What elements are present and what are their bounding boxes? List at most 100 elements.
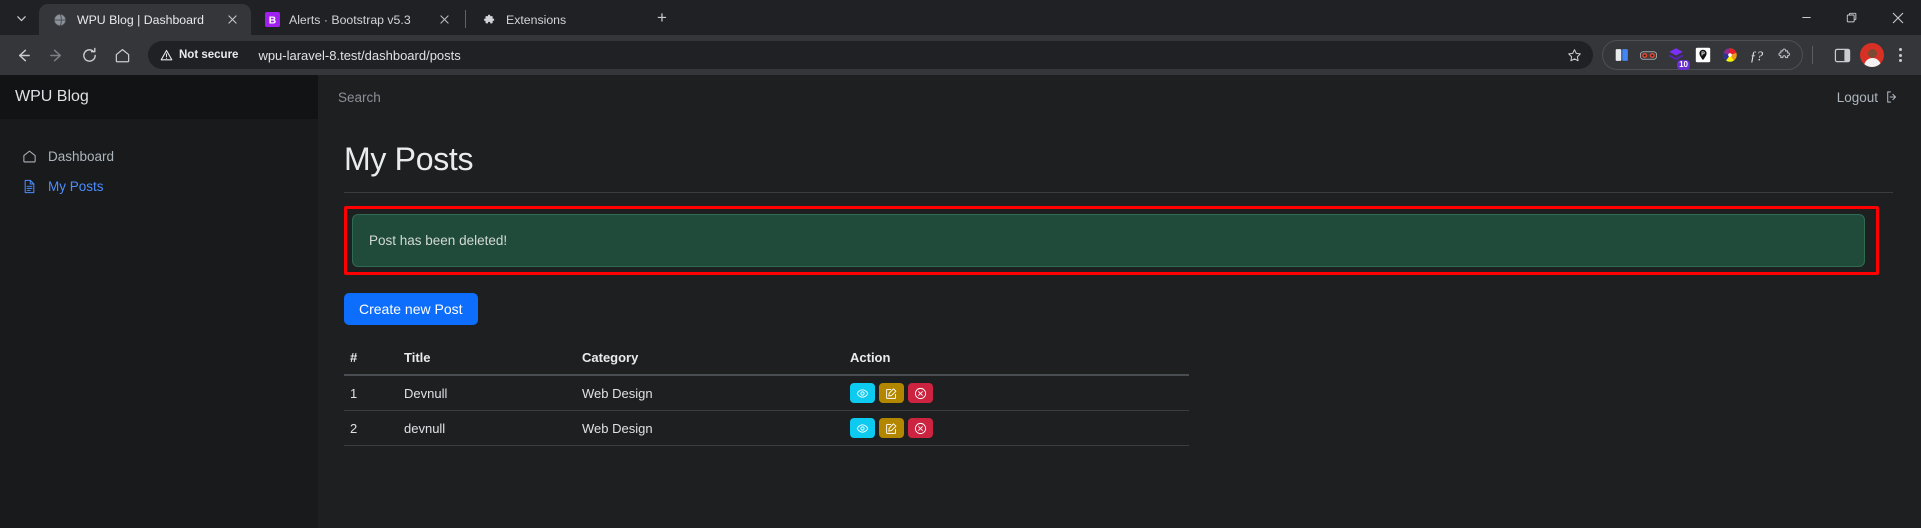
cell-num: 1 (344, 375, 398, 411)
cell-actions (844, 411, 1189, 446)
svg-text:P: P (1701, 52, 1705, 58)
cell-title: Devnull (398, 375, 576, 411)
browser-tab-bootstrap[interactable]: B Alerts · Bootstrap v5.3 (251, 4, 463, 35)
reload-button[interactable] (73, 39, 105, 71)
tab-close-button[interactable] (616, 11, 633, 28)
tab-close-button[interactable] (224, 11, 241, 28)
toolbar-divider (1812, 46, 1813, 64)
not-secure-label: Not secure (179, 49, 238, 61)
sidebar-item-label: My Posts (48, 179, 104, 194)
create-new-post-button[interactable]: Create new Post (344, 293, 478, 325)
tab-divider (465, 10, 466, 28)
alert-highlight-wrapper: Post has been deleted! (344, 206, 1893, 275)
table-body: 1 Devnull Web Design (344, 375, 1189, 446)
app-brand[interactable]: WPU Blog (0, 75, 318, 119)
toolbar-right-group (1826, 39, 1914, 71)
minimize-button[interactable] (1783, 0, 1829, 35)
reload-icon (81, 47, 98, 64)
bookmark-star-icon[interactable] (1561, 42, 1587, 68)
main-panel: My Posts Post has been deleted! Create n… (318, 119, 1921, 528)
new-tab-button[interactable]: + (648, 4, 676, 32)
title-divider (344, 192, 1893, 193)
posts-table: # Title Category Action 1 Devnull Web De… (344, 345, 1189, 446)
web-page: WPU Blog Dashboard My Posts (0, 75, 1921, 528)
edit-button[interactable] (879, 418, 904, 438)
edit-button[interactable] (879, 383, 904, 403)
app-sidebar: WPU Blog Dashboard My Posts (0, 75, 318, 528)
sidebar-item-my-posts[interactable]: My Posts (0, 171, 318, 201)
tab-strip: WPU Blog | Dashboard B Alerts · Bootstra… (0, 0, 1921, 35)
url-text: wpu-laravel-8.test/dashboard/posts (258, 48, 460, 63)
profile-avatar[interactable] (1860, 43, 1884, 67)
browser-tab-extensions[interactable]: Extensions (468, 4, 643, 35)
side-panel-icon[interactable] (1826, 39, 1858, 71)
app-topnav: Logout (318, 75, 1921, 119)
pin-marker-extension-icon[interactable]: P (1690, 43, 1715, 68)
forward-arrow-icon (48, 47, 65, 64)
cell-title: devnull (398, 411, 576, 446)
home-icon (114, 47, 131, 64)
box-arrow-right-icon (1885, 90, 1899, 104)
function-extension-icon[interactable]: ƒ? (1744, 43, 1769, 68)
sidebar-nav-list: Dashboard My Posts (0, 119, 318, 201)
puzzle-extensions-icon[interactable] (1771, 43, 1796, 68)
search-input[interactable] (338, 90, 1837, 105)
delete-button[interactable] (908, 383, 933, 403)
table-header-row: # Title Category Action (344, 345, 1189, 375)
reading-list-icon[interactable] (1609, 43, 1634, 68)
table-row: 1 Devnull Web Design (344, 375, 1189, 411)
tab-title: WPU Blog | Dashboard (77, 13, 204, 27)
browser-window: WPU Blog | Dashboard B Alerts · Bootstra… (0, 0, 1921, 528)
close-window-button[interactable] (1875, 0, 1921, 35)
house-icon (21, 148, 37, 164)
logout-label: Logout (1837, 90, 1878, 105)
globe-icon (52, 12, 68, 28)
browser-toolbar: Not secure wpu-laravel-8.test/dashboard/… (0, 35, 1921, 75)
goggles-extension-icon[interactable] (1636, 43, 1661, 68)
column-header-title: Title (398, 345, 576, 375)
column-header-action: Action (844, 345, 1189, 375)
back-button[interactable] (7, 39, 39, 71)
sidebar-item-label: Dashboard (48, 149, 114, 164)
page-content: Logout My Posts Post has been deleted! (318, 75, 1921, 528)
extension-badge-count: 10 (1677, 60, 1690, 70)
forward-button[interactable] (40, 39, 72, 71)
not-secure-indicator[interactable]: Not secure (152, 43, 247, 67)
column-header-num: # (344, 345, 398, 375)
tab-title: Extensions (506, 13, 566, 27)
warning-triangle-icon (160, 49, 173, 62)
row-action-group (850, 383, 1183, 403)
view-button[interactable] (850, 418, 875, 438)
page-title: My Posts (344, 141, 1893, 188)
column-header-category: Category (576, 345, 844, 375)
view-button[interactable] (850, 383, 875, 403)
cell-category: Web Design (576, 411, 844, 446)
cell-num: 2 (344, 411, 398, 446)
kebab-menu-icon[interactable] (1886, 41, 1914, 69)
address-bar[interactable]: Not secure wpu-laravel-8.test/dashboard/… (148, 41, 1593, 69)
svg-text:B: B (268, 15, 275, 26)
table-row: 2 devnull Web Design (344, 411, 1189, 446)
chevron-down-icon (16, 13, 27, 24)
table-head: # Title Category Action (344, 345, 1189, 375)
tab-title: Alerts · Bootstrap v5.3 (289, 13, 411, 27)
puzzle-piece-icon (481, 12, 497, 28)
logout-button[interactable]: Logout (1837, 90, 1899, 105)
cell-category: Web Design (576, 375, 844, 411)
maximize-button[interactable] (1829, 0, 1875, 35)
row-action-group (850, 418, 1183, 438)
success-alert: Post has been deleted! (352, 214, 1865, 267)
browser-tab-wpu-blog[interactable]: WPU Blog | Dashboard (39, 4, 251, 35)
color-wheel-extension-icon[interactable] (1717, 43, 1742, 68)
home-button[interactable] (106, 39, 138, 71)
file-text-icon (21, 178, 37, 194)
svg-text:ƒ?: ƒ? (1750, 48, 1764, 63)
cell-actions (844, 375, 1189, 411)
purple-stack-extension-icon[interactable]: 10 (1663, 43, 1688, 68)
tab-search-button[interactable] (6, 4, 36, 32)
sidebar-item-dashboard[interactable]: Dashboard (0, 141, 318, 171)
window-controls (1783, 0, 1921, 35)
extensions-toolbar-group: 10 P (1602, 40, 1803, 70)
delete-button[interactable] (908, 418, 933, 438)
tab-close-button[interactable] (436, 11, 453, 28)
